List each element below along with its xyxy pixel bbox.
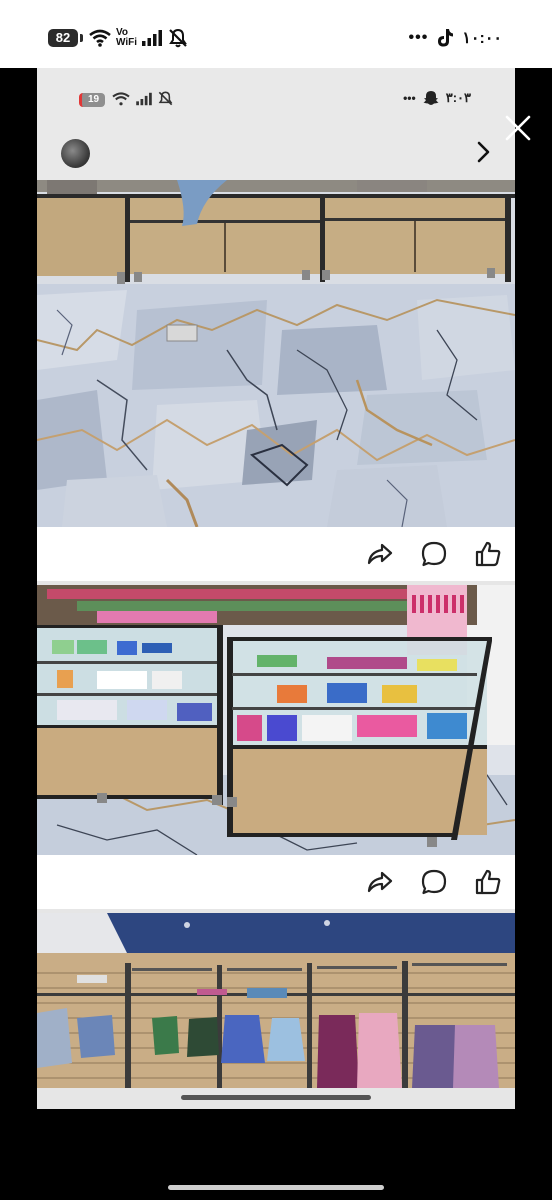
- share-icon[interactable]: [366, 540, 394, 568]
- screen: 82 Vo WiFi ••• ١٠:٠٠ 19 ••• ٣:٠٣: [0, 0, 552, 1200]
- status-bar: 82 Vo WiFi ••• ١٠:٠٠: [0, 0, 552, 68]
- clock: ١٠:٠٠: [462, 30, 502, 47]
- inner-status-right: ••• ٣:٠٣: [403, 90, 471, 106]
- image-viewer: 19 ••• ٣:٠٣: [37, 68, 515, 1109]
- store-floor-photo[interactable]: [37, 180, 515, 527]
- inner-battery-indicator: 19: [79, 93, 105, 107]
- inner-clock: ٣:٠٣: [445, 90, 471, 105]
- close-icon[interactable]: [503, 113, 533, 143]
- connectivity-icons: Vo WiFi: [88, 26, 189, 50]
- wifi-icon: [89, 29, 111, 47]
- like-icon[interactable]: [474, 868, 502, 896]
- photo-actions-2: [37, 855, 515, 909]
- inner-mute-bell-icon: [158, 91, 173, 106]
- mute-bell-icon: [169, 28, 187, 48]
- snapchat-icon: [423, 91, 439, 105]
- battery-tip: [80, 34, 83, 42]
- inner-connectivity-icons: [111, 90, 174, 107]
- comment-icon[interactable]: [420, 540, 448, 568]
- photo-actions-1: [37, 527, 515, 581]
- home-indicator[interactable]: [168, 1185, 384, 1190]
- vowifi-label: Vo WiFi: [116, 27, 138, 48]
- comment-icon[interactable]: [420, 868, 448, 896]
- tiktok-icon: [438, 29, 454, 47]
- avatar[interactable]: [61, 139, 90, 168]
- inner-wifi-icon: [112, 91, 130, 105]
- inner-more-dots: •••: [403, 91, 416, 105]
- like-icon[interactable]: [474, 540, 502, 568]
- status-right: ••• ١٠:٠٠: [408, 26, 502, 50]
- inner-signal-icon: [136, 92, 152, 105]
- chevron-right-icon[interactable]: [471, 140, 495, 164]
- cosmetics-counter-photo[interactable]: [37, 585, 515, 855]
- inner-home-indicator: [181, 1095, 371, 1100]
- more-dots: •••: [408, 29, 429, 46]
- clothing-wall-photo[interactable]: [37, 913, 515, 1088]
- signal-icon: [142, 30, 163, 46]
- inner-status-bar: 19 ••• ٣:٠٣: [37, 68, 515, 180]
- battery-indicator: 82: [48, 29, 78, 47]
- share-icon[interactable]: [366, 868, 394, 896]
